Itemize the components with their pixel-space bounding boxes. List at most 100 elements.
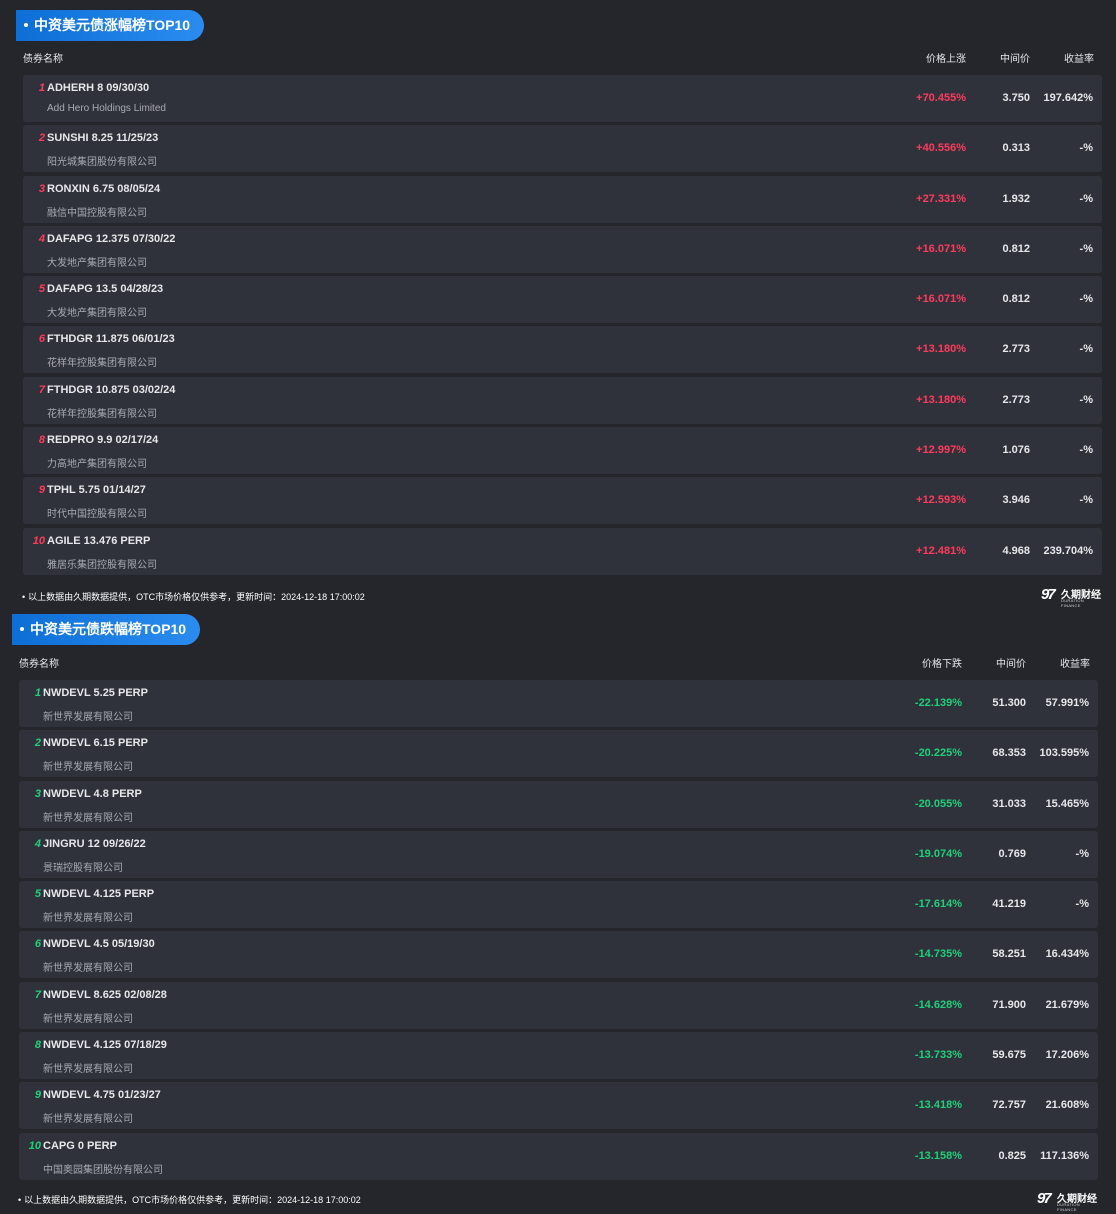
table-row[interactable]: 10 CAPG 0 PERP 中国奥园集团股份有限公司 -13.158% 0.825 11… [19,1132,1098,1180]
issuer-name: 新世界发展有限公司 [43,762,133,774]
title-bullet-icon [20,627,24,632]
table-row[interactable]: 4 JINGRU 12 09/26/22 景瑞控股有限公司 -19.074% 0.769… [19,830,1098,878]
yield-value: 197.642% [1043,92,1093,104]
bond-name: NWDEVL 6.15 PERP [43,737,148,750]
mid-price: 2.773 [1002,343,1030,356]
price-change: -17.614% [914,898,962,911]
bond-name: NWDEVL 5.25 PERP [43,687,148,699]
table-row[interactable]: 10 AGILE 13.476 PERP 雅居乐集团控股有限公司 +12.481% 4.… [23,527,1102,575]
price-change: -22.139% [914,697,962,709]
yield-value: -% [1079,293,1093,306]
bond-name: DAFAPG 13.5 04/28/23 [47,283,164,296]
table-row[interactable]: 6 FTHDGR 11.875 06/01/23 花样年控股集团有限公司 +13.18… [23,326,1102,374]
yield-value: 17.206% [1045,1049,1089,1062]
brand-logo: 97 久期财经 DURATION FINANCE [1041,586,1101,608]
rank-number: 3 [34,787,41,800]
price-change: +13.180% [916,393,966,406]
table-row[interactable]: 2 SUNSHI 8.25 11/25/23 阳光城集团股份有限公司 +40.556%… [23,125,1102,173]
yield-value: -% [1079,192,1093,205]
price-change: +16.071% [916,293,966,306]
rank-number: 5 [38,283,45,296]
brand-mark-icon: 97 [1041,586,1056,603]
issuer-name: 新世界发展有限公司 [43,963,133,975]
bond-name: NWDEVL 4.8 PERP [43,787,142,800]
price-change: +12.481% [916,544,966,557]
col-yield: 收益率 [1064,54,1094,65]
mid-price: 1.076 [1002,444,1030,457]
issuer-name: 新世界发展有限公司 [43,812,133,824]
table-row[interactable]: 9 NWDEVL 4.75 01/23/27 新世界发展有限公司 -13.418% 72… [19,1082,1098,1130]
mid-price: 51.300 [992,697,1026,709]
price-change: -19.074% [914,847,962,860]
price-change: -13.733% [914,1049,962,1062]
yield-value: 21.679% [1045,998,1089,1011]
rank-number: 7 [38,383,45,396]
issuer-name: 花样年控股集团有限公司 [47,358,157,370]
rank-number: 10 [28,1139,41,1152]
mid-price: 72.757 [992,1099,1026,1112]
yield-value: -% [1079,393,1093,406]
mid-price: 59.675 [992,1049,1026,1062]
col-bond-name: 债券名称 [19,659,59,670]
bond-name: NWDEVL 4.125 PERP [43,888,155,901]
table-row[interactable]: 4 DAFAPG 12.375 07/30/22 大发地产集团有限公司 +16.071… [23,225,1102,273]
col-yield: 收益率 [1060,659,1090,670]
rank-number: 4 [38,232,45,245]
table-row[interactable]: 3 RONXIN 6.75 08/05/24 融信中国控股有限公司 +27.331% 1… [23,175,1102,223]
rank-number: 1 [34,687,41,699]
gainers-section: 中资美元债涨幅榜TOP10 债券名称 价格上涨 中间价 收益率 1 ADHERH … [0,0,1116,608]
table-row[interactable]: 2 NWDEVL 6.15 PERP 新世界发展有限公司 -20.225% 68.353… [19,730,1098,778]
gainers-column-header: 债券名称 价格上涨 中间价 收益率 [0,50,1116,66]
table-row[interactable]: 3 NWDEVL 4.8 PERP 新世界发展有限公司 -20.055% 31.033 1… [19,780,1098,828]
price-change: -14.735% [914,948,962,961]
mid-price: 0.769 [998,847,1026,860]
issuer-name: 新世界发展有限公司 [43,913,133,925]
gainers-footer: • 以上数据由久期数据提供，OTC市场价格仅供参考，更新时间：2024-12-18… [22,592,365,602]
losers-section: 中资美元债跌幅榜TOP10 债券名称 价格下跌 中间价 收益率 1 NWDEVL … [0,606,1116,1214]
rank-number: 9 [38,484,45,497]
price-change: +16.071% [916,242,966,255]
rank-number: 7 [34,988,41,1001]
price-change: +13.180% [916,343,966,356]
bond-name: RONXIN 6.75 08/05/24 [47,182,161,195]
price-change: -14.628% [914,998,962,1011]
yield-value: -% [1079,444,1093,457]
yield-value: -% [1079,343,1093,356]
issuer-name: 景瑞控股有限公司 [43,862,123,874]
table-row[interactable]: 6 NWDEVL 4.5 05/19/30 新世界发展有限公司 -14.735% 58.… [19,931,1098,979]
rank-number: 3 [38,182,45,195]
table-row[interactable]: 8 REDPRO 9.9 02/17/24 力高地产集团有限公司 +12.997% 1.… [23,427,1102,475]
yield-value: -% [1075,847,1089,860]
mid-price: 0.812 [1002,293,1030,306]
yield-value: -% [1079,142,1093,155]
price-change: +40.556% [916,142,966,155]
issuer-name: 大发地产集团有限公司 [47,257,147,269]
issuer-name: 时代中国控股有限公司 [47,509,147,521]
bond-name: JINGRU 12 09/26/22 [43,837,146,850]
col-price-change: 价格下跌 [922,659,962,670]
issuer-name: 新世界发展有限公司 [43,712,133,723]
table-row[interactable]: 1 ADHERH 8 09/30/30 Add Hero Holdings Limi… [23,75,1102,122]
table-row[interactable]: 7 FTHDGR 10.875 03/02/24 花样年控股集团有限公司 +13.18… [23,376,1102,424]
table-row[interactable]: 5 DAFAPG 13.5 04/28/23 大发地产集团有限公司 +16.071% 0… [23,276,1102,324]
mid-price: 58.251 [992,948,1026,961]
yield-value: 239.704% [1043,544,1093,557]
title-bullet-icon [24,23,28,28]
table-row[interactable]: 9 TPHL 5.75 01/14/27 时代中国控股有限公司 +12.593% 3.9… [23,477,1102,525]
bond-name: ADHERH 8 09/30/30 [47,82,150,94]
losers-title: 中资美元债跌幅榜TOP10 [12,614,201,645]
col-mid-price: 中间价 [1000,54,1030,65]
col-bond-name: 债券名称 [23,54,63,65]
table-row[interactable]: 1 NWDEVL 5.25 PERP 新世界发展有限公司 -22.139% 51.300… [19,680,1098,727]
losers-footer: • 以上数据由久期数据提供，OTC市场价格仅供参考，更新时间：2024-12-18… [18,1195,361,1205]
issuer-name: 大发地产集团有限公司 [47,308,147,320]
issuer-name: 中国奥园集团股份有限公司 [43,1164,163,1176]
mid-price: 68.353 [992,747,1026,760]
table-row[interactable]: 7 NWDEVL 8.625 02/08/28 新世界发展有限公司 -14.628% 7… [19,981,1098,1029]
yield-value: -% [1079,242,1093,255]
bond-name: TPHL 5.75 01/14/27 [47,484,146,497]
table-row[interactable]: 5 NWDEVL 4.125 PERP 新世界发展有限公司 -17.614% 41.21… [19,881,1098,929]
table-row[interactable]: 8 NWDEVL 4.125 07/18/29 新世界发展有限公司 -13.733% 5… [19,1032,1098,1080]
bond-name: SUNSHI 8.25 11/25/23 [47,132,159,145]
yield-value: -% [1075,898,1089,911]
